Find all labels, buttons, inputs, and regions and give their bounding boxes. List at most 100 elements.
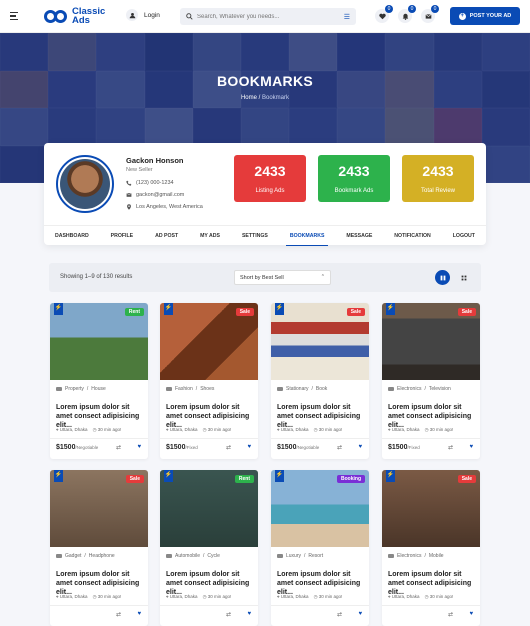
tab-notification[interactable]: NOTIFICATION [390, 226, 435, 246]
heart-icon[interactable]: ♥ [247, 611, 251, 617]
ad-card[interactable]: ⚡ Booking Luxury / Resort Lorem ipsum do… [271, 470, 369, 626]
subcategory-label[interactable]: Headphone [89, 553, 115, 559]
tab-message[interactable]: MESSAGE [342, 226, 376, 246]
message-button[interactable]: 0 [421, 5, 439, 23]
tab-logout[interactable]: LOGOUT [449, 226, 479, 246]
compare-icon[interactable]: ⇄ [337, 444, 342, 451]
tab-ad-post[interactable]: AD POST [151, 226, 182, 246]
ad-meta: ⌖ Uttara, Dhaka ◷ 30 min ago! [166, 594, 231, 600]
price-value: $1500 [388, 444, 408, 451]
location-value: Uttara, Dhaka [59, 427, 88, 432]
location-text: ⌖ Uttara, Dhaka [166, 594, 198, 599]
price-type: /Fixed [185, 445, 198, 450]
compare-icon[interactable]: ⇄ [448, 611, 453, 618]
category-label[interactable]: Property [65, 386, 84, 392]
ad-card[interactable]: ⚡ Rent Automobile / Cycle Lorem ipsum do… [160, 470, 258, 626]
tab-dashboard[interactable]: DASHBOARD [51, 226, 93, 246]
compare-icon[interactable]: ⇄ [116, 444, 121, 451]
bell-icon [402, 13, 408, 20]
ad-card[interactable]: ⚡ Sale Electronics / Mobile Lorem ipsum … [382, 470, 480, 626]
subcategory-label[interactable]: Book [316, 386, 327, 392]
heart-icon[interactable]: ♥ [469, 611, 473, 617]
ad-card[interactable]: ⚡ Rent Property / House Lorem ipsum dolo… [50, 303, 148, 459]
menu-icon[interactable] [10, 9, 24, 23]
ad-card[interactable]: ⚡ Sale Fashion / Shoes Lorem ipsum dolor… [160, 303, 258, 459]
subcategory-label[interactable]: Resort [308, 553, 323, 559]
filter-icon[interactable]: ☰ [344, 13, 350, 21]
post-ad-button[interactable]: + POST YOUR AD [450, 7, 520, 25]
ad-title[interactable]: Lorem ipsum dolor sit amet consect adipi… [277, 570, 365, 597]
category-label[interactable]: Fashion [175, 386, 193, 392]
compare-icon[interactable]: ⇄ [448, 444, 453, 451]
ad-title[interactable]: Lorem ipsum dolor sit amet consect adipi… [277, 403, 365, 430]
tab-settings[interactable]: SETTINGS [238, 226, 272, 246]
notification-button[interactable]: 0 [398, 5, 416, 23]
subcategory-label[interactable]: Shoes [200, 386, 214, 392]
compare-icon[interactable]: ⇄ [226, 611, 231, 618]
heart-icon[interactable]: ♥ [137, 611, 141, 617]
ad-card[interactable]: ⚡ Sale Stationary / Book Lorem ipsum dol… [271, 303, 369, 459]
ad-title[interactable]: Lorem ipsum dolor sit amet consect adipi… [388, 570, 476, 597]
heart-icon[interactable]: ♥ [469, 444, 473, 450]
category-label[interactable]: Automobile [175, 553, 200, 559]
grid-view-button[interactable] [435, 270, 450, 285]
price-type: /Negotiable [75, 445, 99, 450]
heart-icon[interactable]: ♥ [247, 444, 251, 450]
list-view-icon [461, 275, 466, 280]
location-value: Uttara, Dhaka [391, 427, 420, 432]
breadcrumb-home[interactable]: Home [241, 95, 257, 101]
divider [160, 605, 258, 606]
category-label[interactable]: Gadget [65, 553, 81, 559]
ad-meta: ⌖ Uttara, Dhaka ◷ 30 min ago! [56, 427, 121, 433]
ad-title[interactable]: Lorem ipsum dolor sit amet consect adipi… [166, 403, 254, 430]
bolt-icon: ⚡ [386, 470, 395, 482]
tab-my-ads[interactable]: MY ADS [196, 226, 224, 246]
wishlist-button[interactable]: 0 [375, 5, 393, 23]
compare-icon[interactable]: ⇄ [116, 611, 121, 618]
status-badge: Sale [346, 308, 365, 316]
location-text: ⌖ Uttara, Dhaka [166, 427, 198, 432]
tag-icon [166, 387, 172, 391]
profile-role: New Seller [126, 167, 153, 173]
ad-title[interactable]: Lorem ipsum dolor sit amet consect adipi… [388, 403, 476, 430]
ad-card[interactable]: ⚡ Sale Electronics / Television Lorem ip… [382, 303, 480, 459]
heart-icon [378, 13, 386, 19]
list-view-button[interactable] [456, 270, 471, 285]
ad-title[interactable]: Lorem ipsum dolor sit amet consect adipi… [56, 570, 144, 597]
ad-meta: ⌖ Uttara, Dhaka ◷ 30 min ago! [277, 594, 342, 600]
tag-icon [166, 554, 172, 558]
profile-phone-text: (123) 000-1234 [136, 180, 174, 186]
category-label[interactable]: Luxury [286, 553, 301, 559]
subcategory-label[interactable]: Mobile [429, 553, 444, 559]
ad-card[interactable]: ⚡ Sale Gadget / Headphone Lorem ipsum do… [50, 470, 148, 626]
subcategory-label[interactable]: Television [429, 386, 451, 392]
category-label[interactable]: Electronics [397, 553, 421, 559]
location-value: Uttara, Dhaka [280, 427, 309, 432]
sort-select-value: Short by Best Sell [240, 275, 284, 281]
ad-category: Stationary / Book [277, 386, 327, 392]
site-logo[interactable]: Classic Ads [44, 7, 105, 25]
heart-icon[interactable]: ♥ [358, 611, 362, 617]
ad-title[interactable]: Lorem ipsum dolor sit amet consect adipi… [56, 403, 144, 430]
search-input[interactable] [197, 13, 337, 20]
time-text: ◷ 30 min ago! [202, 427, 232, 432]
compare-icon[interactable]: ⇄ [226, 444, 231, 451]
envelope-icon [425, 13, 431, 19]
category-label[interactable]: Electronics [397, 386, 421, 392]
category-label[interactable]: Stationary [286, 386, 309, 392]
divider [160, 438, 258, 439]
tab-profile[interactable]: PROFILE [107, 226, 137, 246]
compare-icon[interactable]: ⇄ [337, 611, 342, 618]
login-link[interactable]: Login [126, 9, 160, 21]
sort-select[interactable]: Short by Best Sell ⌃ [234, 270, 331, 285]
ad-title[interactable]: Lorem ipsum dolor sit amet consect adipi… [166, 570, 254, 597]
top-navbar: Classic Ads Login ☰ 0 0 0 + POST YOUR AD [0, 0, 530, 33]
location-value: Uttara, Dhaka [59, 594, 88, 599]
heart-icon[interactable]: ♥ [137, 444, 141, 450]
subcategory-label[interactable]: Cycle [207, 553, 220, 559]
price-type: /Fixed [407, 445, 420, 450]
subcategory-label[interactable]: House [91, 386, 105, 392]
heart-icon[interactable]: ♥ [358, 444, 362, 450]
tab-bookmarks[interactable]: BOOKMARKS [285, 226, 329, 246]
map-pin-icon [127, 204, 131, 210]
